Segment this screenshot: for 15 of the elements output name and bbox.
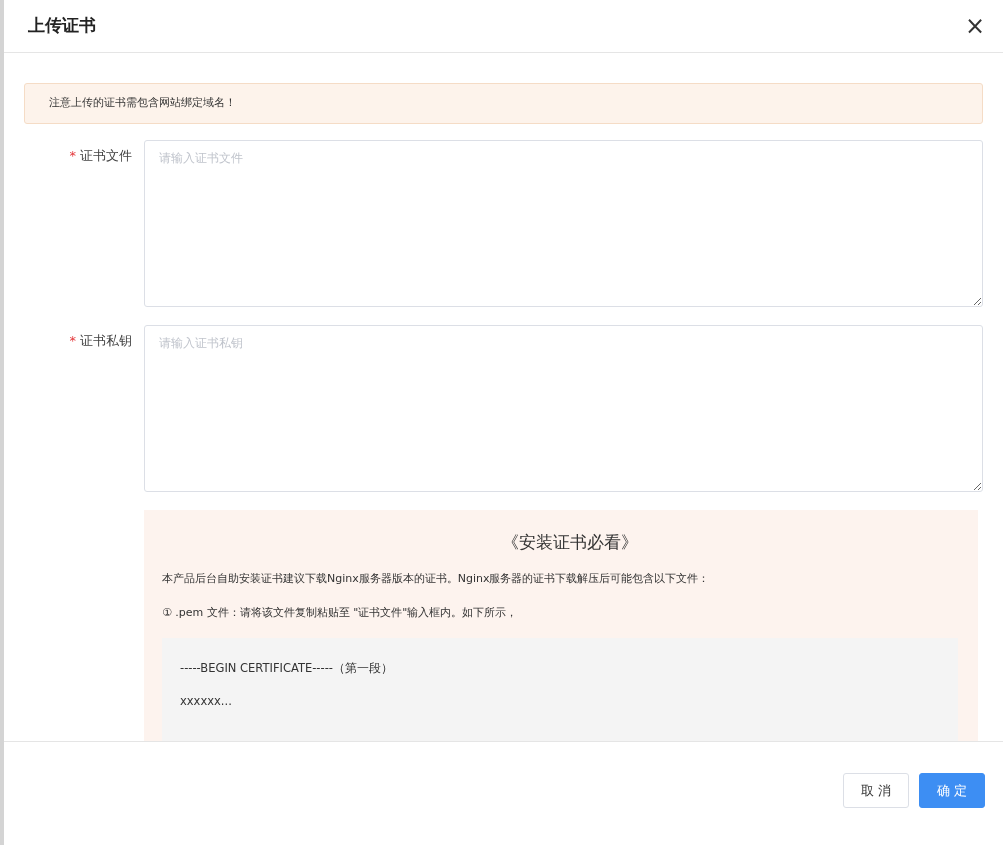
notice-alert: 注意上传的证书需包含网站绑定域名！ [24,83,983,124]
required-mark: * [69,332,76,348]
cancel-button[interactable]: 取 消 [843,773,909,808]
dialog-title: 上传证书 [28,14,96,38]
guide-paragraph: ① .pem 文件：请将该文件复制粘贴至 "证书文件"输入框内。如下所示， [162,604,519,621]
close-button[interactable]: × [960,14,989,38]
text-area-field[interactable]: 请输入证书私钥 [144,324,983,492]
text-area-field[interactable]: 请输入证书文件 [144,139,983,307]
guide-title: 《安装证书必看》 [501,530,639,554]
code-line: xxxxxx... [180,693,233,711]
code-line: -----BEGIN CERTIFICATE-----（第一段） [180,660,394,677]
guide-paragraph: 本产品后台自助安装证书建议下载Nginx服务器版本的证书。Nginx服务器的证书下载解压后可能包含以下文件： [162,571,711,587]
field-label: 证书私钥 [80,332,132,348]
field-label: 证书文件 [80,147,132,163]
required-mark: * [69,147,76,163]
